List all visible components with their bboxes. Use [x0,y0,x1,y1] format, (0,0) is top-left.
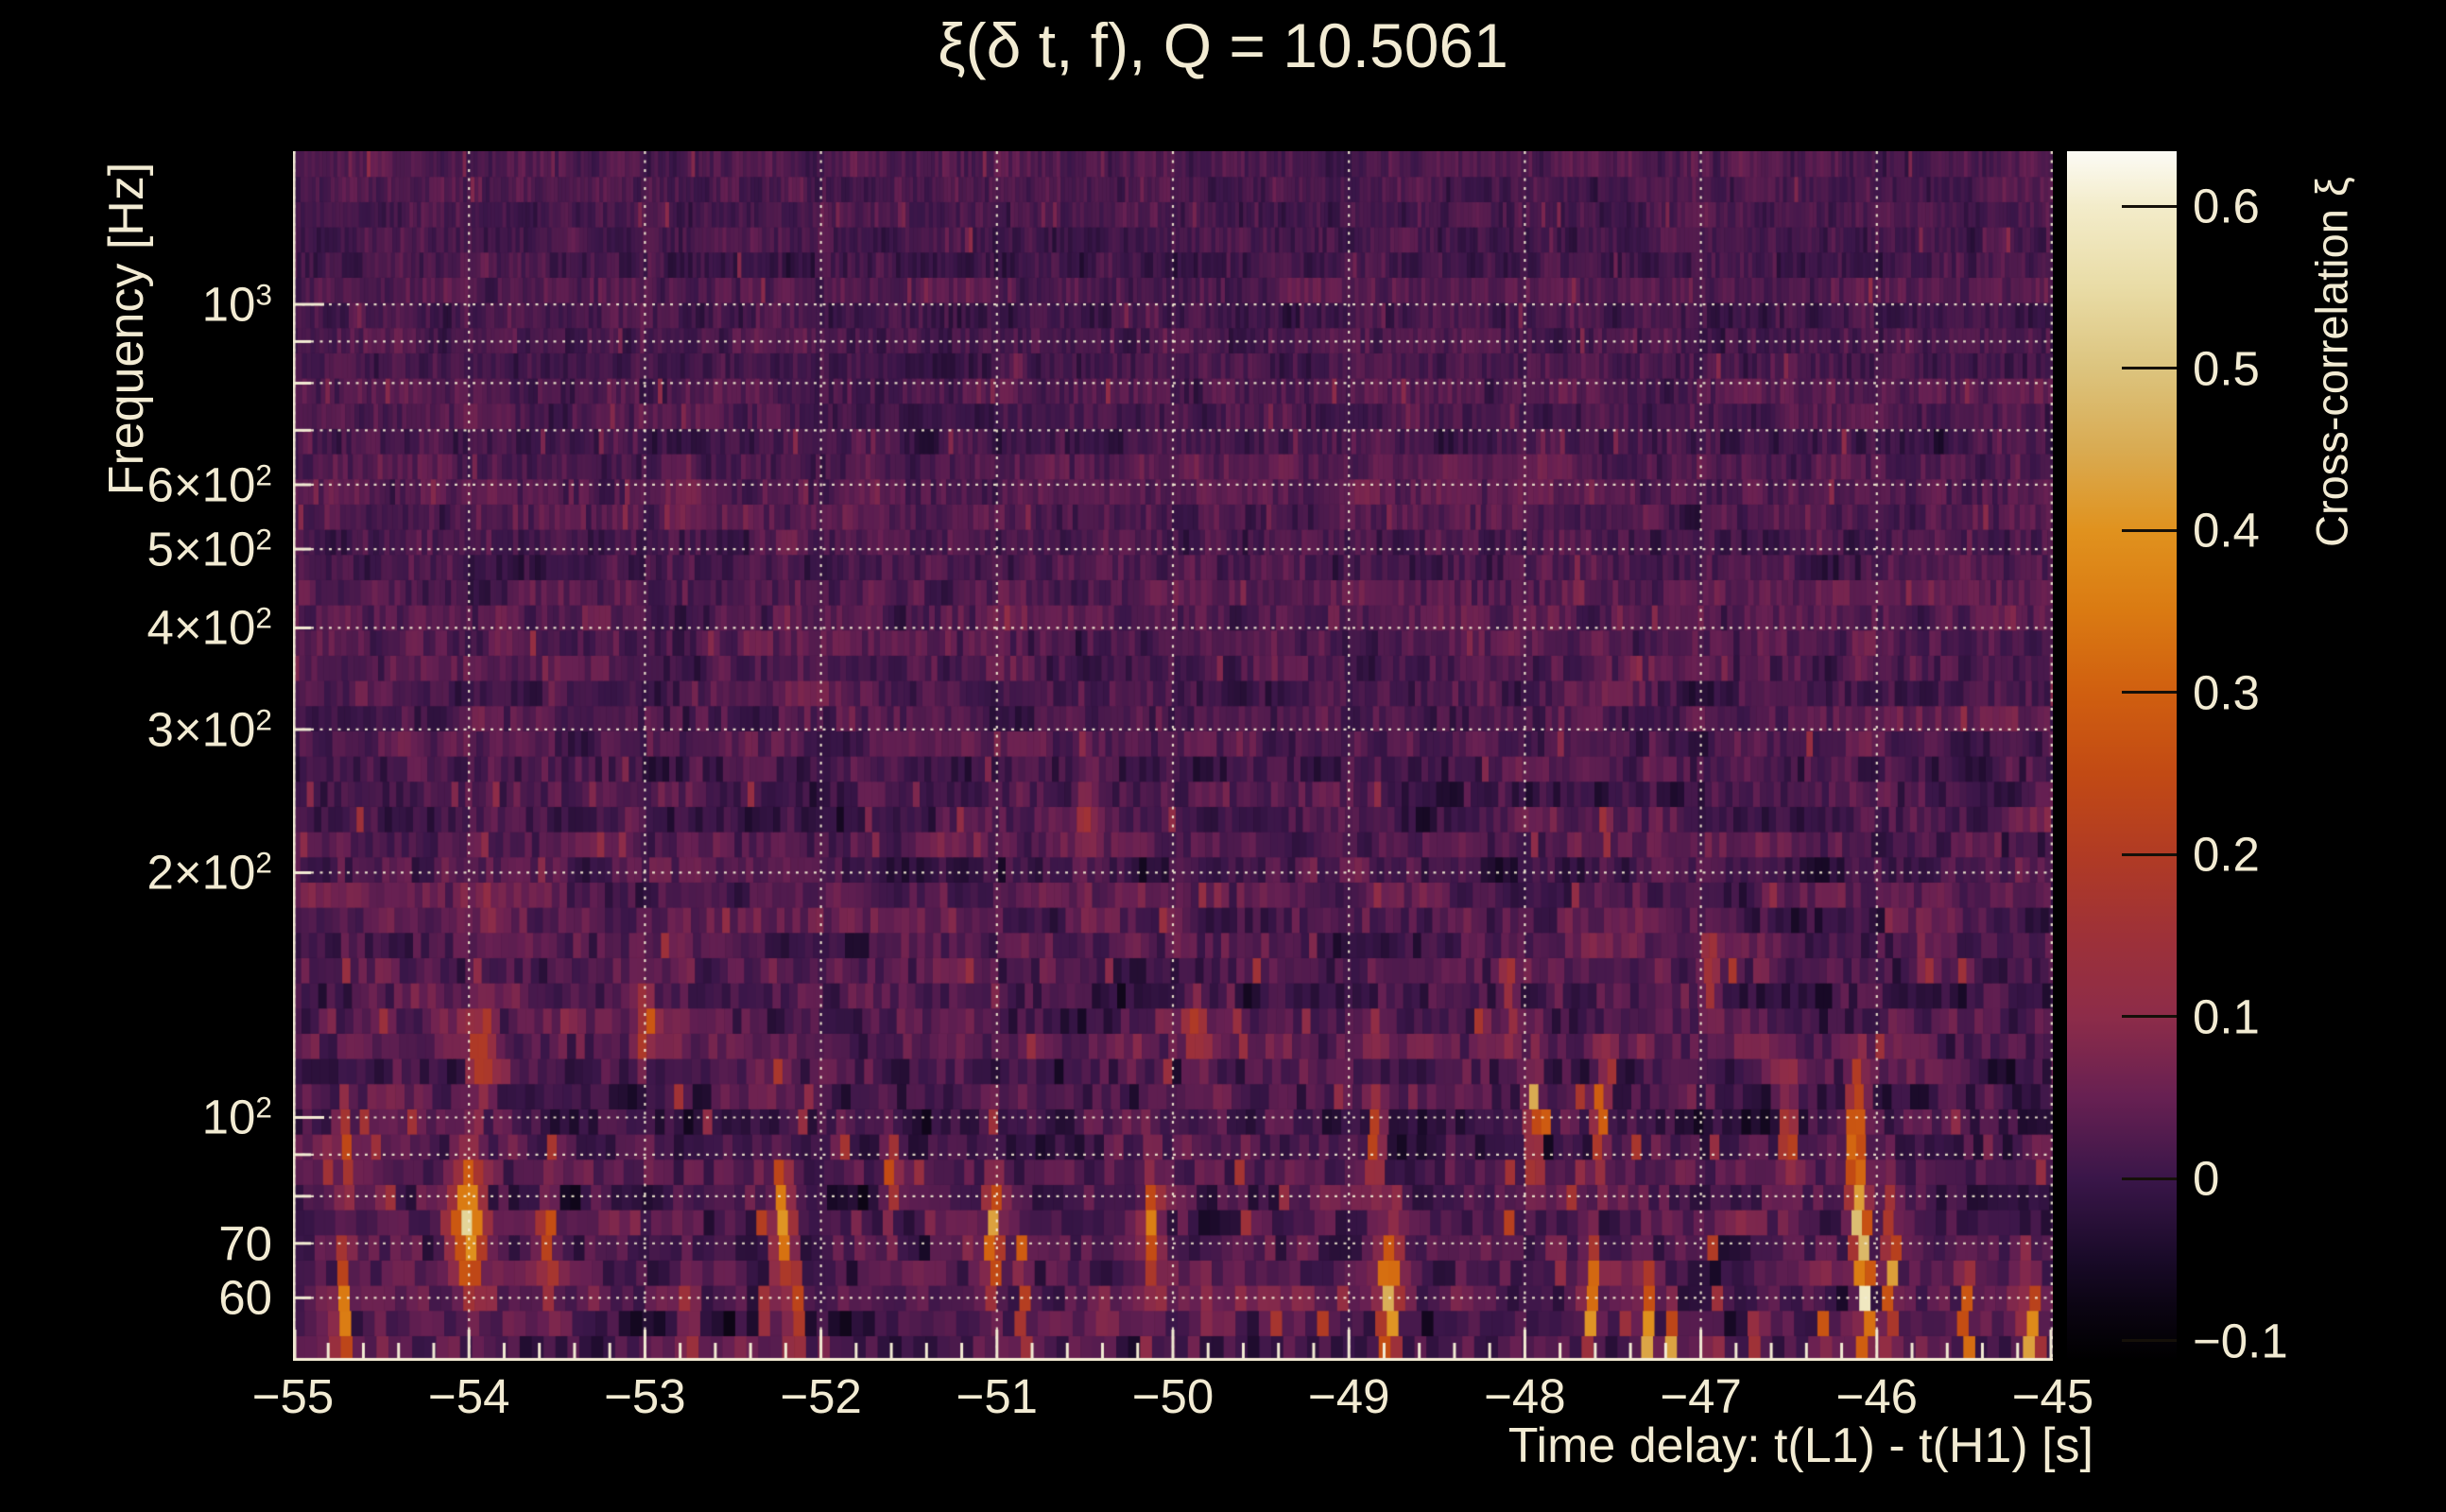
colorbar-tick-label: 0 [2193,1151,2219,1207]
y-tick-exponent: 3 [255,277,272,311]
y-tick-exponent: 2 [255,1091,272,1125]
colorbar-tick-label: 0.2 [2193,827,2260,883]
y-tick-label: 102 [0,1090,272,1145]
y-tick-base: 70 [218,1216,272,1270]
colorbar [2067,151,2177,1361]
correlation-heatmap [293,151,2053,1361]
x-tick-label: −45 [2012,1368,2094,1424]
x-axis-title: Time delay: t(L1) - t(H1) [s] [1508,1418,2093,1474]
y-tick-exponent: 2 [255,522,272,556]
x-tick-label: −53 [604,1368,686,1424]
y-tick-exponent: 2 [255,601,272,635]
colorbar-tick-label: 0.1 [2193,988,2260,1044]
colorbar-tick-label: −0.1 [2193,1313,2288,1368]
y-tick-label: 4×102 [0,600,272,656]
y-tick-base: 60 [218,1271,272,1325]
y-tick-base: 6×10 [147,457,256,511]
x-tick-label: −52 [780,1368,862,1424]
x-tick-label: −54 [428,1368,510,1424]
y-tick-label: 5×102 [0,522,272,577]
y-tick-base: 10 [202,278,256,332]
y-tick-base: 5×10 [147,523,256,576]
colorbar-tick-label: 0.4 [2193,503,2260,558]
y-axis-title: Frequency [Hz] [98,163,155,496]
colorbar-tick-label: 0.3 [2193,664,2260,720]
colorbar-title: Cross-correlation ξ [2306,177,2358,547]
x-tick-label: −51 [956,1368,1039,1424]
y-tick-exponent: 2 [255,457,272,491]
colorbar-tick-label: 0.6 [2193,179,2260,234]
figure-canvas: ξ(δ t, f), Q = 10.5061 Frequency [Hz] Cr… [0,0,2446,1512]
x-tick-label: −48 [1484,1368,1566,1424]
x-tick-label: −50 [1132,1368,1214,1424]
y-tick-label: 60 [0,1270,272,1326]
y-tick-label: 2×102 [0,845,272,901]
x-tick-label: −47 [1660,1368,1742,1424]
y-tick-label: 70 [0,1215,272,1271]
x-tick-label: −46 [1836,1368,1919,1424]
colorbar-tick-label: 0.5 [2193,340,2260,396]
y-tick-base: 10 [202,1091,256,1144]
x-tick-label: −55 [252,1368,335,1424]
x-tick-label: −49 [1308,1368,1390,1424]
chart-title: ξ(δ t, f), Q = 10.5061 [938,9,1508,81]
y-tick-base: 3×10 [147,702,256,756]
y-tick-exponent: 2 [255,846,272,880]
y-tick-base: 2×10 [147,846,256,900]
y-tick-base: 4×10 [147,601,256,655]
y-tick-exponent: 2 [255,702,272,736]
y-tick-label: 3×102 [0,701,272,757]
